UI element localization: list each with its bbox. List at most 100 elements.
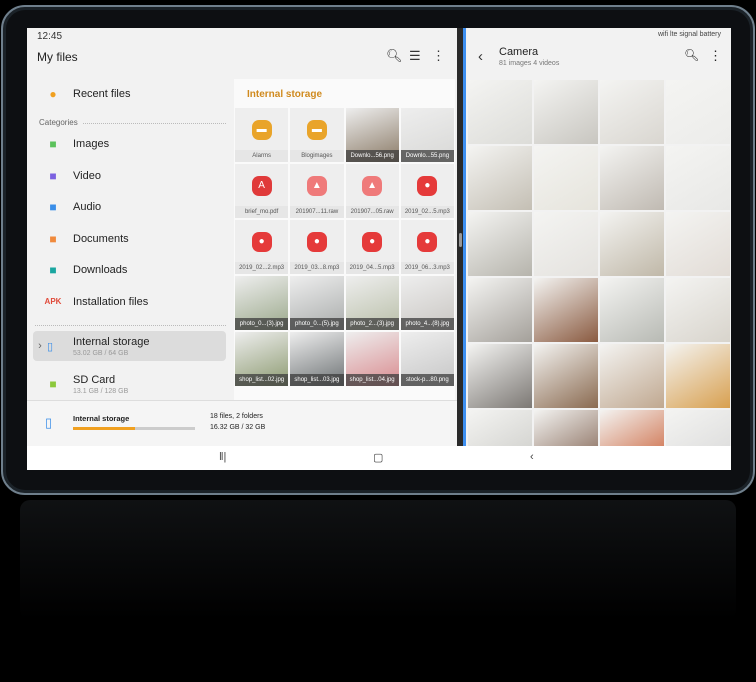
- photo-thumbnail[interactable]: [533, 211, 599, 277]
- photo-thumbnail[interactable]: [599, 277, 665, 343]
- file-name: photo_0...(5).jpg: [290, 318, 344, 330]
- sidebar-item-recent-files[interactable]: ● Recent files: [33, 79, 226, 109]
- photo-thumbnail[interactable]: [467, 79, 533, 145]
- photo-thumbnail[interactable]: [665, 79, 731, 145]
- file-item[interactable]: ▬ Blogimages: [289, 107, 345, 163]
- file-name: Alarms: [235, 150, 289, 162]
- file-item[interactable]: Downlo...55.png: [399, 107, 455, 163]
- file-name: stock-p...80.png: [400, 374, 454, 386]
- file-name: Blogimages: [290, 150, 344, 162]
- sidebar-item-label: Documents: [73, 232, 129, 245]
- sidebar-item-downloads[interactable]: ■ Downloads: [33, 255, 226, 285]
- recents-icon[interactable]: ‖|: [219, 451, 226, 463]
- sidebar-item-audio[interactable]: ■ Audio: [33, 192, 226, 222]
- more-icon[interactable]: ⋮: [709, 48, 722, 64]
- file-item[interactable]: ▲ 201907...11.raw: [289, 163, 345, 219]
- storage-progress-fill: [73, 427, 136, 430]
- phone-icon: ▯: [47, 340, 54, 353]
- more-icon[interactable]: ⋮: [432, 48, 445, 64]
- microphone-icon: ●: [251, 232, 272, 252]
- photo-thumbnail[interactable]: [665, 211, 731, 277]
- photo-thumbnail[interactable]: [533, 343, 599, 409]
- file-item[interactable]: shop_list...04.jpg: [344, 331, 400, 387]
- photo-thumbnail[interactable]: [533, 79, 599, 145]
- sidebar-item-label: Downloads: [73, 264, 128, 276]
- sidebar-item-installation-files[interactable]: APK Installation files: [33, 287, 226, 317]
- sidebar-item-images[interactable]: ■ Images: [33, 129, 226, 159]
- document-icon: ■: [49, 231, 57, 246]
- storage-progress-bar: [73, 427, 195, 430]
- file-count: 18 files, 2 folders: [210, 413, 263, 420]
- page-title: My files: [37, 50, 78, 64]
- file-item[interactable]: Abrief_mo.pdf: [234, 163, 290, 219]
- microphone-icon: ●: [417, 232, 438, 252]
- sidebar-item-sd-card[interactable]: ■ SD Card 13.1 GB / 128 GB: [33, 369, 226, 399]
- file-name: brief_mo.pdf: [235, 206, 289, 218]
- microphone-icon: ●: [417, 176, 438, 196]
- divider: [35, 325, 226, 326]
- sidebar-item-label: Internal storage 53.02 GB / 64 GB: [73, 335, 150, 357]
- pdf-icon: A: [251, 176, 272, 196]
- list-view-icon[interactable]: ☰: [409, 48, 421, 64]
- photo-thumbnail[interactable]: [665, 145, 731, 211]
- back-icon[interactable]: ‹: [530, 451, 534, 463]
- microphone-icon: ●: [362, 232, 383, 252]
- file-item[interactable]: ▬ Alarms: [234, 107, 290, 163]
- file-item[interactable]: shop_list...02.jpg: [234, 331, 290, 387]
- sidebar-item-internal-storage[interactable]: › ▯ Internal storage 53.02 GB / 64 GB: [33, 331, 226, 361]
- file-item[interactable]: photo_2...(3).jpg: [344, 275, 400, 331]
- sidebar-item-label: Installation files: [73, 295, 149, 308]
- photo-thumbnail[interactable]: [467, 145, 533, 211]
- photo-thumbnail[interactable]: [599, 145, 665, 211]
- status-time: 12:45: [37, 31, 63, 42]
- back-arrow-icon[interactable]: ‹: [478, 48, 483, 65]
- photo-thumbnail[interactable]: [665, 343, 731, 409]
- file-name: shop_list...04.jpg: [345, 374, 399, 386]
- photo-thumbnail[interactable]: [599, 343, 665, 409]
- photo-grid: [467, 79, 731, 470]
- photo-thumbnail[interactable]: [533, 277, 599, 343]
- my-files-pane: 12:45 My files 🔍︎ ☰ ⋮ ● Recent files Cat…: [27, 28, 457, 446]
- status-icons: wifi lte signal battery: [657, 31, 721, 38]
- photo-thumbnail[interactable]: [533, 145, 599, 211]
- search-icon[interactable]: 🔍︎: [386, 48, 403, 64]
- photo-thumbnail[interactable]: [467, 277, 533, 343]
- photo-thumbnail[interactable]: [467, 343, 533, 409]
- file-item[interactable]: photo_0...(3).jpg: [234, 275, 290, 331]
- split-divider[interactable]: [457, 28, 466, 446]
- sidebar-item-label: Images: [73, 138, 110, 150]
- storage-summary: ▯ Internal storage 18 files, 2 folders 1…: [27, 400, 457, 446]
- home-icon[interactable]: ▢: [373, 451, 383, 464]
- file-item[interactable]: Downlo...56.png: [344, 107, 400, 163]
- file-name: 201907...05.raw: [345, 206, 399, 218]
- sd-card-icon: ■: [49, 377, 57, 391]
- search-icon[interactable]: 🔍︎: [684, 48, 699, 62]
- file-item[interactable]: ● 2019_02...5.mp3: [399, 163, 455, 219]
- photo-thumbnail[interactable]: [599, 79, 665, 145]
- file-name: photo_4...(8).jpg: [400, 318, 454, 330]
- file-item[interactable]: photo_0...(5).jpg: [289, 275, 345, 331]
- file-name: 2019_03...8.mp3: [290, 262, 344, 274]
- file-name: shop_list...03.jpg: [290, 374, 344, 386]
- folder-icon: ▬: [306, 120, 327, 140]
- file-item[interactable]: ● 2019_02...2.mp3: [234, 219, 290, 275]
- categories-label: Categories: [39, 118, 78, 127]
- file-browser: Internal storage ▬ Alarms ▬ Blogimages Downl…: [234, 79, 455, 400]
- drag-handle[interactable]: [459, 233, 462, 247]
- photo-thumbnail[interactable]: [599, 211, 665, 277]
- file-item[interactable]: photo_4...(8).jpg: [399, 275, 455, 331]
- file-item[interactable]: ● 2019_04...5.mp3: [344, 219, 400, 275]
- sidebar-item-documents[interactable]: ■ Documents: [33, 224, 226, 254]
- file-name: Downlo...55.png: [400, 150, 454, 162]
- photo-thumbnail[interactable]: [665, 277, 731, 343]
- sidebar-item-video[interactable]: ■ Video: [33, 161, 226, 191]
- file-name: 2019_04...5.mp3: [345, 262, 399, 274]
- file-item[interactable]: shop_list...03.jpg: [289, 331, 345, 387]
- file-name: 201907...11.raw: [290, 206, 344, 218]
- file-item[interactable]: ● 2019_03...8.mp3: [289, 219, 345, 275]
- file-item[interactable]: stock-p...80.png: [399, 331, 455, 387]
- divider: [83, 123, 226, 124]
- photo-thumbnail[interactable]: [467, 211, 533, 277]
- file-item[interactable]: ● 2019_06...3.mp3: [399, 219, 455, 275]
- file-item[interactable]: ▲ 201907...05.raw: [344, 163, 400, 219]
